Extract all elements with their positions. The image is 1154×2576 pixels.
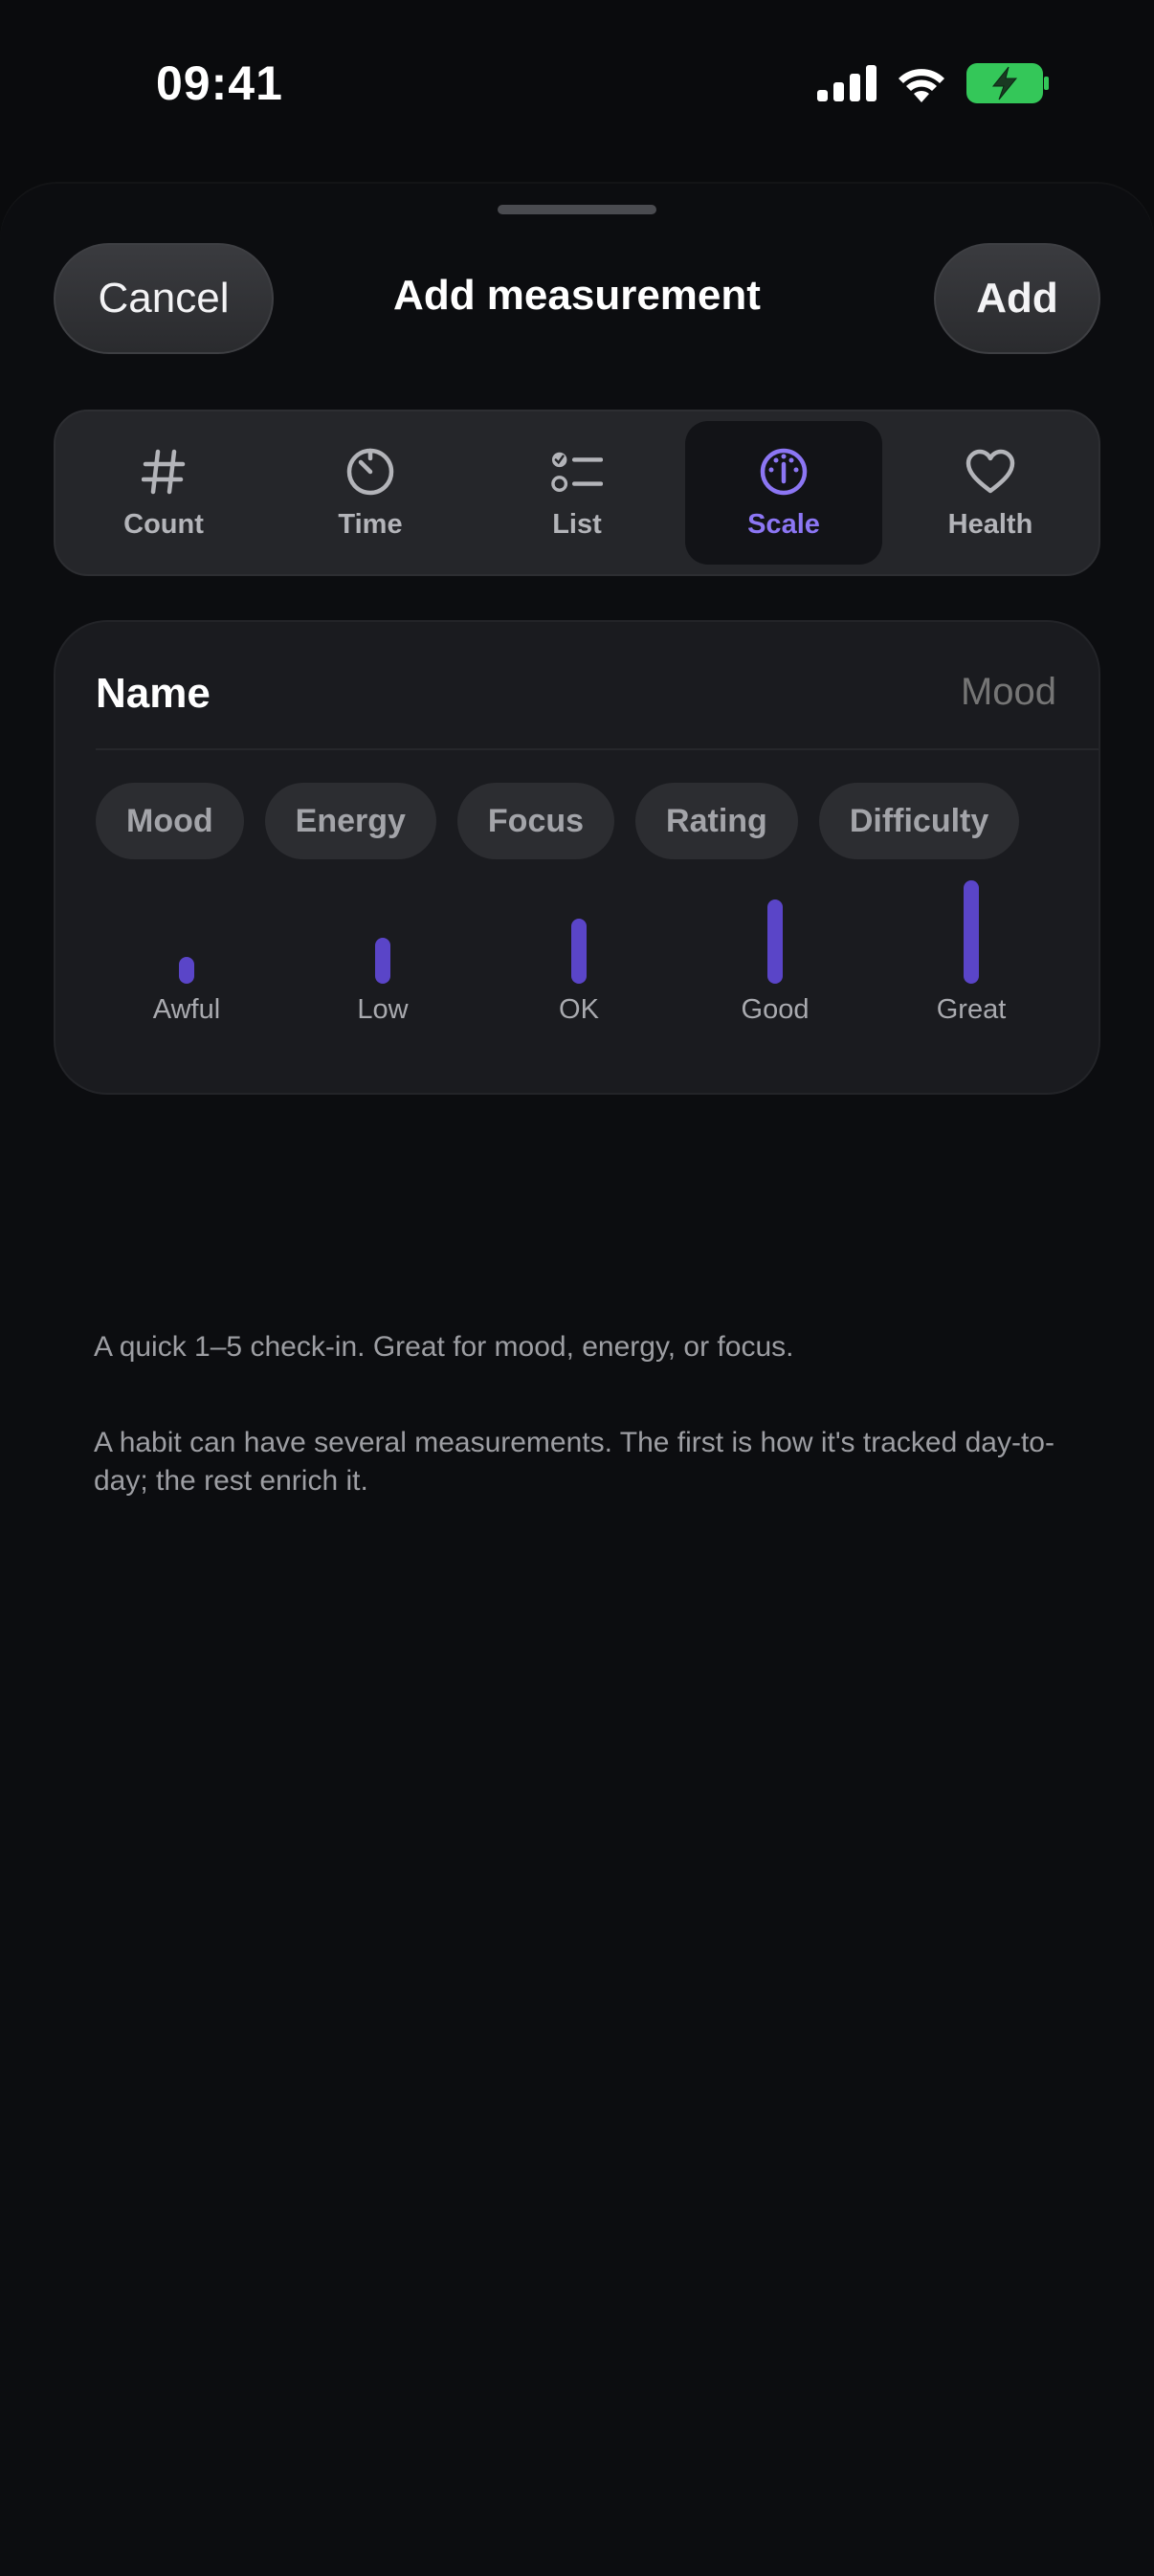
cellular-signal-icon <box>817 65 877 101</box>
scale-level-bar <box>571 919 587 984</box>
suggestion-chip-difficulty[interactable]: Difficulty <box>818 783 1020 859</box>
status-bar: 09:41 <box>0 0 1154 167</box>
name-suggestions: Mood Energy Focus Rating Difficulty <box>96 783 1020 859</box>
type-count-label: Count <box>123 508 204 540</box>
type-list[interactable]: List <box>478 421 676 565</box>
type-scale-label: Scale <box>747 508 820 540</box>
type-health-label: Health <box>947 508 1033 540</box>
type-count[interactable]: Count <box>65 421 262 565</box>
type-health[interactable]: Health <box>892 421 1089 565</box>
measurement-config-card: Name Mood Energy Focus Rating Difficulty… <box>54 620 1100 1095</box>
suggestion-chip-energy[interactable]: Energy <box>264 783 436 859</box>
suggestion-chip-rating[interactable]: Rating <box>635 783 798 859</box>
type-scale[interactable]: Scale <box>685 421 882 565</box>
scale-level-bar <box>179 957 194 984</box>
suggestion-chip-mood[interactable]: Mood <box>96 783 244 859</box>
type-time-label: Time <box>338 508 403 540</box>
scale-level-bar <box>375 938 390 984</box>
name-input[interactable] <box>672 670 1058 715</box>
type-list-label: List <box>552 508 602 540</box>
checklist-icon <box>551 446 603 498</box>
scale-level-label: OK <box>559 994 599 1025</box>
status-icons <box>817 63 1049 103</box>
sheet-grabber[interactable] <box>498 205 656 214</box>
scale-level-bar <box>767 899 783 984</box>
scale-preview: Awful Low OK Good Great <box>55 880 1102 1062</box>
battery-charging-icon <box>966 63 1049 103</box>
scale-level-label: Good <box>741 994 810 1025</box>
type-description: A quick 1–5 check-in. Great for mood, en… <box>94 1331 794 1363</box>
scale-level-label: Low <box>357 994 409 1025</box>
suggestion-chip-focus[interactable]: Focus <box>456 783 615 859</box>
add-button[interactable]: Add <box>934 243 1100 354</box>
card-divider <box>96 748 1099 750</box>
type-time[interactable]: Time <box>272 421 469 565</box>
wifi-icon <box>899 69 944 102</box>
name-label: Name <box>96 670 211 717</box>
add-measurement-sheet: Cancel Add measurement Add Count Time Li… <box>0 184 1154 2576</box>
measurement-type-picker: Count Time List Scale Health <box>54 410 1100 576</box>
scale-level-bar <box>964 880 979 984</box>
timer-icon <box>344 446 396 498</box>
hash-icon <box>138 446 189 498</box>
heart-icon <box>965 446 1016 498</box>
scale-level-label: Great <box>936 994 1007 1025</box>
gauge-icon <box>758 446 810 498</box>
habit-description: A habit can have several measurements. T… <box>94 1427 1054 1497</box>
status-time: 09:41 <box>156 56 283 110</box>
scale-level-label: Awful <box>152 994 221 1025</box>
